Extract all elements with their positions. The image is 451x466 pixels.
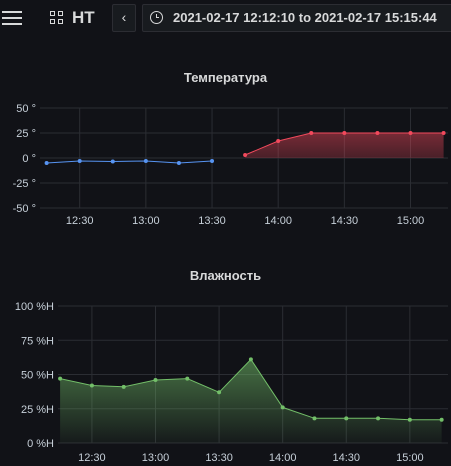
y-tick-label: -25 ° xyxy=(13,178,36,190)
data-point[interactable] xyxy=(185,376,190,381)
data-point[interactable] xyxy=(309,131,314,135)
y-tick-label: 0 ° xyxy=(22,153,36,165)
series-area-fill xyxy=(60,359,442,443)
data-point[interactable] xyxy=(312,416,317,421)
x-tick-label: 13:30 xyxy=(198,215,226,227)
x-tick-label: 14:30 xyxy=(332,452,360,464)
data-point[interactable] xyxy=(376,416,381,421)
data-point[interactable] xyxy=(342,131,347,135)
y-tick-label: 25 %H xyxy=(21,404,54,416)
data-point[interactable] xyxy=(44,161,49,165)
time-back-button[interactable]: ‹ xyxy=(112,4,136,32)
humidity-chart: 100 %H 75 %H 50 %H 25 %H 0 %H 12:30 13:00 13:30… xyxy=(15,301,448,464)
data-point[interactable] xyxy=(407,417,412,422)
data-point[interactable] xyxy=(408,131,413,135)
dashboard-title[interactable]: HT xyxy=(72,8,95,28)
y-tick-label: 25 ° xyxy=(16,128,36,140)
data-point[interactable] xyxy=(280,405,285,410)
data-point[interactable] xyxy=(375,131,380,135)
x-tick-label: 13:00 xyxy=(142,452,170,464)
panel-title-humidity[interactable]: Влажность xyxy=(0,268,451,283)
x-tick-label: 13:30 xyxy=(205,452,233,464)
time-range-picker[interactable]: 2021-02-17 12:12:10 to 2021-02-17 15:15:… xyxy=(142,4,451,32)
x-tick-label: 13:00 xyxy=(132,215,160,227)
time-range-text: 2021-02-17 12:12:10 to 2021-02-17 15:15:… xyxy=(173,10,437,25)
data-point[interactable] xyxy=(217,390,222,395)
clock-icon xyxy=(150,11,163,24)
y-tick-label: 0 %H xyxy=(27,438,54,450)
y-tick-label: -50 ° xyxy=(13,203,36,215)
data-point[interactable] xyxy=(110,159,115,164)
x-tick-label: 14:00 xyxy=(264,215,292,227)
data-point[interactable] xyxy=(176,161,181,165)
panel-title-temperature[interactable]: Температура xyxy=(0,70,451,85)
x-tick-label: 12:30 xyxy=(78,452,106,464)
y-tick-label: 50 ° xyxy=(16,103,36,115)
data-point[interactable] xyxy=(248,357,253,362)
hamburger-menu-icon[interactable] xyxy=(2,8,24,28)
x-tick-label: 15:00 xyxy=(396,452,424,464)
temperature-chart: 50 ° 25 ° 0 ° -25 ° -50 ° 12:30 13:00 13:30 14:0… xyxy=(13,103,448,227)
data-point[interactable] xyxy=(276,139,281,143)
series-line xyxy=(46,160,213,164)
data-point[interactable] xyxy=(344,416,349,421)
data-point[interactable] xyxy=(153,377,158,382)
data-point[interactable] xyxy=(210,159,215,163)
x-tick-label: 14:30 xyxy=(331,215,359,227)
top-navbar: HT ‹ 2021-02-17 12:12:10 to 2021-02-17 1… xyxy=(0,0,451,40)
dashboard-grid-icon xyxy=(50,11,64,25)
data-point[interactable] xyxy=(77,159,82,163)
data-point[interactable] xyxy=(243,153,248,157)
x-tick-label: 15:00 xyxy=(397,215,425,227)
data-point[interactable] xyxy=(121,384,126,389)
data-point[interactable] xyxy=(441,131,446,135)
data-point[interactable] xyxy=(143,159,148,163)
y-tick-label: 50 %H xyxy=(21,370,54,382)
chevron-left-icon: ‹ xyxy=(121,9,127,25)
data-point[interactable] xyxy=(89,383,94,388)
y-tick-label: 75 %H xyxy=(21,335,54,347)
data-point[interactable] xyxy=(58,376,63,381)
y-tick-label: 100 %H xyxy=(15,301,54,313)
series-area-fill xyxy=(245,133,444,158)
x-tick-label: 12:30 xyxy=(66,215,94,227)
data-point[interactable] xyxy=(439,417,444,422)
x-tick-label: 14:00 xyxy=(269,452,297,464)
